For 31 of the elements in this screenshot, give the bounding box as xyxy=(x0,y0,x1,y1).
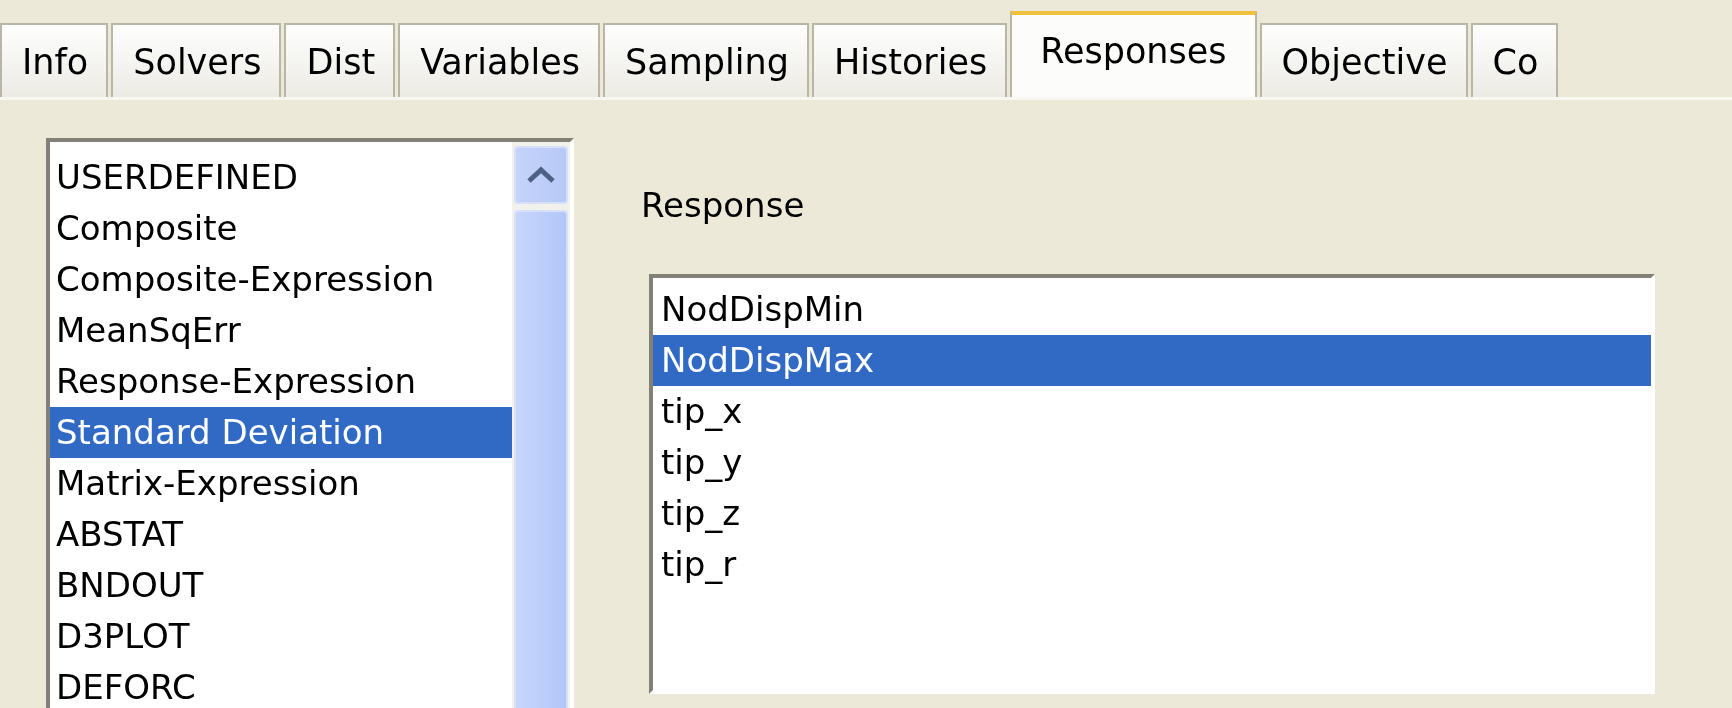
scroll-up-button[interactable] xyxy=(514,146,568,204)
tab[interactable]: Variables xyxy=(398,23,601,97)
list-item[interactable]: D3PLOT xyxy=(50,611,512,662)
list-item[interactable]: BNDOUT xyxy=(50,560,512,611)
list-item[interactable]: ABSTAT xyxy=(50,509,512,560)
list-item[interactable]: Composite xyxy=(50,203,512,254)
list-item[interactable]: MeanSqErr xyxy=(50,305,512,356)
tab[interactable]: Co xyxy=(1470,23,1559,97)
list-item[interactable]: tip_z xyxy=(653,488,1651,539)
list-item[interactable]: NodDispMax xyxy=(653,335,1651,386)
list-item[interactable]: tip_y xyxy=(653,437,1651,488)
list-item[interactable]: USERDEFINED xyxy=(50,152,512,203)
list-item[interactable]: Composite-Expression xyxy=(50,254,512,305)
list-item[interactable]: NodDispMin xyxy=(653,284,1651,335)
list-item[interactable]: DEFORC xyxy=(50,662,512,708)
tab[interactable]: Dist xyxy=(284,23,396,97)
response-label: Response xyxy=(641,184,806,227)
list-item[interactable]: tip_x xyxy=(653,386,1651,437)
scroll-thumb[interactable] xyxy=(514,210,568,708)
list-item[interactable]: Standard Deviation xyxy=(50,407,512,458)
scrollbar[interactable] xyxy=(512,142,570,708)
tab[interactable]: Responses xyxy=(1010,11,1257,97)
list-item[interactable]: Response-Expression xyxy=(50,356,512,407)
list-item[interactable]: tip_r xyxy=(653,539,1651,590)
tab[interactable]: Info xyxy=(0,23,109,97)
chevron-up-icon xyxy=(526,166,556,184)
tab[interactable]: Histories xyxy=(811,23,1008,97)
list-item[interactable]: Matrix-Expression xyxy=(50,458,512,509)
tab[interactable]: Objective xyxy=(1259,23,1468,97)
tab[interactable]: Solvers xyxy=(111,23,282,97)
tab[interactable]: Sampling xyxy=(603,23,809,97)
